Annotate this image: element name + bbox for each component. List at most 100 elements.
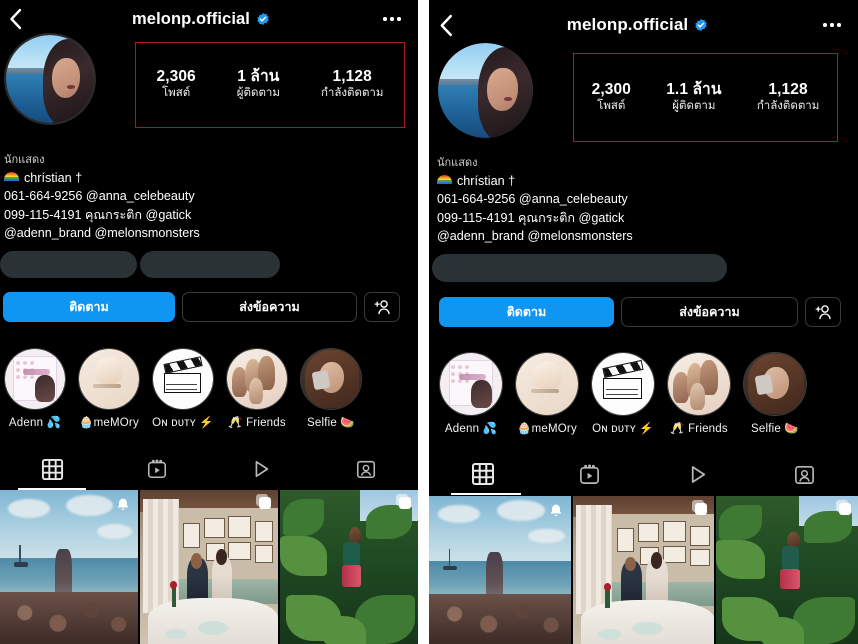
tab-grid[interactable] (429, 453, 536, 495)
followers-count: 1 ล้าน (237, 68, 280, 86)
bio-line-contact-1: 061-664-9256 @anna_celebeauty (4, 189, 195, 204)
highlight-label: Selfie 🍉 (751, 423, 799, 435)
bell-icon (117, 498, 129, 511)
add-person-icon[interactable] (364, 292, 400, 322)
comparison-screenshot: melonp.official 2,306 โพสต์ 1 ล้าน ผู้ติ… (0, 0, 858, 644)
avatar[interactable] (438, 43, 533, 138)
highlight-cover (667, 352, 731, 416)
tab-grid[interactable] (0, 448, 105, 490)
action-buttons: ติดตาม ส่งข้อความ (439, 297, 841, 327)
profile-tab-bar (0, 448, 418, 490)
highlight-item[interactable]: Adenn 💦 (439, 352, 503, 435)
grid-cell-beach[interactable] (0, 490, 138, 644)
follow-button[interactable]: ติดตาม (439, 297, 614, 327)
highlight-cover (515, 352, 579, 416)
highlight-label: 🧁meMOry (79, 417, 139, 429)
redacted-bar (0, 251, 137, 278)
highlight-cover (78, 348, 140, 410)
highlight-item[interactable]: Selfie 🍉 (743, 352, 807, 435)
grid-cell-beach[interactable] (429, 496, 571, 644)
message-button[interactable]: ส่งข้อความ (621, 297, 798, 327)
rainbow-emoji (437, 174, 452, 184)
following-count: 1,128 (768, 80, 808, 98)
posts-label: โพสต์ (162, 87, 191, 100)
highlight-label: 🥂 Friends (228, 417, 286, 429)
story-highlights: Adenn 💦 🧁meMOry Oɴ ᴅᴜᴛʏ ⚡ 🥂 Friends Self… (4, 348, 362, 429)
multi-photo-icon (396, 494, 411, 512)
tab-video[interactable] (644, 453, 751, 495)
stat-followers[interactable]: 1 ล้าน ผู้ติดตาม (237, 68, 280, 102)
tab-video[interactable] (209, 448, 314, 490)
followers-label: ผู้ติดตาม (672, 99, 716, 112)
chevron-left-icon[interactable] (429, 14, 463, 37)
highlight-cover (226, 348, 288, 410)
more-options-icon[interactable] (372, 17, 418, 21)
bio-line-contact-2: 099-115-4191 คุณกระติก @gatick (437, 210, 625, 225)
stat-following[interactable]: 1,128 กำลังติดตาม (757, 81, 820, 115)
bio-line-name: chrístian † (437, 172, 633, 191)
stat-posts[interactable]: 2,306 โพสต์ (156, 68, 195, 102)
stats-highlight-box: 2,306 โพสต์ 1 ล้าน ผู้ติดตาม 1,128 กำลัง… (135, 42, 405, 128)
highlight-item[interactable]: Adenn 💦 (4, 348, 66, 429)
tab-reels[interactable] (105, 448, 210, 490)
grid-cell-restaurant[interactable] (572, 496, 715, 644)
highlight-cover (300, 348, 362, 410)
panel-divider (418, 0, 429, 644)
highlight-label: 🥂 Friends (670, 423, 728, 435)
top-bar: melonp.official (429, 8, 858, 42)
posts-count: 2,300 (591, 80, 631, 98)
add-person-icon[interactable] (805, 297, 841, 327)
posts-count: 2,306 (156, 68, 196, 86)
bio-line-contact-2: 099-115-4191 คุณกระติก @gatick (4, 207, 192, 222)
stats-row: 2,306 โพสต์ 1 ล้าน ผู้ติดตาม 1,128 กำลัง… (136, 68, 404, 102)
tab-reels[interactable] (536, 453, 643, 495)
highlight-label: Adenn 💦 (8, 417, 62, 429)
bio-line-brands: @adenn_brand @melonsmonsters (4, 226, 200, 241)
highlight-item[interactable]: 🥂 Friends (667, 352, 731, 435)
bio-line-name: chrístian † (4, 169, 200, 188)
profile-username-wrap: melonp.official (463, 15, 812, 35)
highlight-label: Selfie 🍉 (307, 417, 355, 429)
grid-cell-restaurant[interactable] (140, 490, 278, 644)
highlight-cover (743, 352, 807, 416)
following-count: 1,128 (332, 68, 372, 86)
avatar[interactable] (4, 33, 96, 125)
highlight-item[interactable]: 🥂 Friends (226, 348, 288, 429)
highlight-cover (4, 348, 66, 410)
profile-username-wrap: melonp.official (30, 10, 372, 29)
highlight-item[interactable]: Oɴ ᴅᴜᴛʏ ⚡ (152, 348, 214, 429)
bio-line-text: chrístian † (24, 170, 83, 185)
bio-line-text: chrístian † (457, 173, 516, 188)
grid-cell-jungle[interactable] (280, 490, 418, 644)
stat-following[interactable]: 1,128 กำลังติดตาม (321, 68, 384, 102)
tab-tagged[interactable] (751, 453, 858, 495)
photo-grid (0, 490, 418, 644)
profile-panel-right: melonp.official 2,300 โพสต์ 1.1 ล้าน ผู้… (429, 0, 858, 644)
verified-badge-icon (695, 18, 707, 32)
top-bar: melonp.official (0, 2, 418, 36)
bio-line-contact-1: 061-664-9256 @anna_celebeauty (437, 192, 628, 207)
highlight-label: 🧁meMOry (517, 423, 577, 435)
followers-label: ผู้ติดตาม (236, 87, 280, 100)
highlight-cover (152, 348, 214, 410)
stat-posts[interactable]: 2,300 โพสต์ (592, 81, 631, 115)
stat-followers[interactable]: 1.1 ล้าน ผู้ติดตาม (666, 81, 721, 115)
message-button[interactable]: ส่งข้อความ (182, 292, 357, 322)
stats-highlight-box: 2,300 โพสต์ 1.1 ล้าน ผู้ติดตาม 1,128 กำล… (573, 53, 838, 142)
avatar-image (438, 43, 533, 138)
more-options-icon[interactable] (812, 23, 858, 27)
highlight-item[interactable]: 🧁meMOry (78, 348, 140, 429)
multi-photo-icon (256, 494, 271, 512)
profile-tab-bar (429, 453, 858, 495)
highlight-item[interactable]: 🧁meMOry (515, 352, 579, 435)
highlight-item[interactable]: Oɴ ᴅᴜᴛʏ ⚡ (591, 352, 655, 435)
follow-button[interactable]: ติดตาม (3, 292, 175, 322)
multi-photo-icon (836, 500, 852, 518)
tab-tagged[interactable] (314, 448, 419, 490)
following-label: กำลังติดตาม (756, 99, 820, 112)
highlight-item[interactable]: Selfie 🍉 (300, 348, 362, 429)
grid-cell-jungle[interactable] (716, 496, 858, 644)
highlight-cover (591, 352, 655, 416)
chevron-left-icon[interactable] (0, 8, 30, 30)
bio-line-brands: @adenn_brand @melonsmonsters (437, 229, 633, 244)
